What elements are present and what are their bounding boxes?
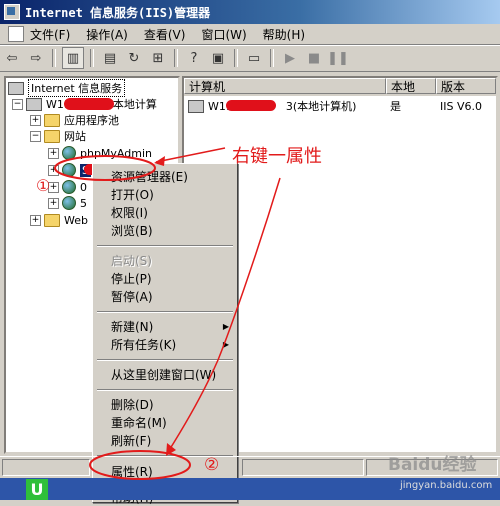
taskbar-app-icon[interactable]: U [26, 479, 48, 500]
console-icon[interactable]: ▣ [208, 48, 228, 68]
toolbar-separator [174, 49, 178, 67]
computer-icon [188, 99, 204, 113]
folder-icon [44, 213, 60, 227]
column-header-version[interactable]: 版本 [436, 78, 496, 94]
stop-icon[interactable]: ■ [304, 48, 324, 68]
menu-item-rename[interactable]: 重命名(M) [95, 413, 235, 431]
menu-bar: 文件(F) 操作(A) 查看(V) 窗口(W) 帮助(H) [0, 24, 500, 45]
system-menu-icon[interactable] [8, 26, 24, 42]
menu-item-delete[interactable]: 删除(D) [95, 395, 235, 413]
list-header: 计算机 本地 版本 [184, 78, 496, 96]
show-tree-icon[interactable]: ▥ [62, 47, 84, 69]
status-pane [242, 459, 364, 476]
context-menu: 资源管理器(E) 打开(O) 权限(I) 浏览(B) 启动(S) 停止(P) 暂… [92, 163, 238, 505]
properties-icon[interactable]: ▤ [100, 48, 120, 68]
menu-item-stop[interactable]: 停止(P) [95, 269, 235, 287]
website-globe-icon [62, 163, 76, 177]
tree-root[interactable]: Internet 信息服务 [8, 79, 126, 97]
submenu-arrow-icon: ▶ [222, 321, 229, 331]
expand-icon[interactable]: + [48, 197, 59, 209]
menu-action[interactable]: 操作(A) [78, 26, 136, 43]
website-globe-icon [62, 180, 76, 194]
website-globe-icon [62, 196, 76, 210]
menu-separator [97, 311, 233, 313]
row-local: 是 [390, 100, 401, 113]
menu-item-refresh[interactable]: 刷新(F) [95, 431, 235, 449]
toolbar-separator [90, 49, 94, 67]
row-computer-mid: 3 [285, 99, 293, 113]
expand-icon[interactable]: + [30, 214, 41, 226]
pause-icon[interactable]: ❚❚ [327, 48, 349, 68]
column-header-computer[interactable]: 计算机 [184, 78, 386, 94]
redaction-mark [226, 100, 276, 111]
help-icon[interactable]: ? [184, 48, 204, 68]
column-header-local[interactable]: 本地 [386, 78, 436, 94]
annotation-right-click-note: 右键一属性 [232, 146, 322, 167]
row-version: IIS V6.0 [440, 99, 482, 113]
folder-icon [44, 129, 60, 143]
expand-icon[interactable]: + [30, 114, 41, 126]
status-pane [2, 459, 90, 476]
menu-separator [97, 359, 233, 361]
menu-file[interactable]: 文件(F) [0, 26, 78, 43]
menu-item-browse[interactable]: 浏览(B) [95, 221, 235, 239]
submenu-arrow-icon: ▶ [222, 339, 229, 349]
export-list-icon[interactable]: ⊞ [148, 48, 168, 68]
collapse-icon[interactable]: − [12, 98, 23, 110]
expand-icon[interactable]: + [48, 147, 59, 159]
menu-item-open[interactable]: 打开(O) [95, 185, 235, 203]
menu-item-explorer[interactable]: 资源管理器(E) [95, 167, 235, 185]
iis-root-icon [8, 81, 24, 95]
tree-site-phpmyadmin[interactable]: + phpMyAdmin [48, 145, 152, 161]
toolbar: ⇦ ⇨ ▥ ▤ ↻ ⊞ ? ▣ ▭ ▶ ■ ❚❚ [0, 45, 500, 72]
toolbar-separator [270, 49, 274, 67]
row-computer-suffix: (本地计算机) [292, 100, 357, 113]
tree-site-3[interactable]: + 0 [48, 179, 87, 195]
watermark-brand: Baidu经验 [388, 455, 477, 475]
menu-item-new-window[interactable]: 从这里创建窗口(W) [95, 365, 235, 383]
toolbar-separator [234, 49, 238, 67]
annotation-step1: ① [36, 176, 51, 195]
iis-app-icon [4, 4, 20, 20]
menu-item-new[interactable]: 新建(N) ▶ [95, 317, 235, 335]
window-title: Internet 信息服务(IIS)管理器 [25, 5, 211, 20]
tree-web-ext[interactable]: + Web [30, 212, 88, 228]
back-arrow-icon[interactable]: ⇦ [2, 48, 22, 68]
menu-window[interactable]: 窗口(W) [193, 26, 254, 43]
menu-view[interactable]: 查看(V) [136, 26, 194, 43]
title-bar[interactable]: Internet 信息服务(IIS)管理器 [0, 0, 500, 24]
play-icon[interactable]: ▶ [280, 48, 300, 68]
computer-icon[interactable]: ▭ [244, 48, 264, 68]
menu-item-all-tasks[interactable]: 所有任务(K) ▶ [95, 335, 235, 353]
menu-separator [97, 245, 233, 247]
watermark-url: jingyan.baidu.com [400, 480, 493, 491]
website-globe-icon [62, 146, 76, 160]
tree-sites[interactable]: − 网站 [30, 128, 86, 144]
folder-icon [44, 113, 60, 127]
menu-item-pause[interactable]: 暂停(A) [95, 287, 235, 305]
redaction-mark [64, 98, 114, 110]
tree-site-4[interactable]: + 5 [48, 195, 87, 211]
menu-separator [97, 389, 233, 391]
tree-app-pools[interactable]: + 应用程序池 [30, 112, 119, 128]
annotation-step2: ② [204, 455, 220, 475]
forward-arrow-icon[interactable]: ⇨ [26, 48, 46, 68]
expand-icon[interactable]: + [48, 164, 59, 176]
toolbar-separator [52, 49, 56, 67]
menu-item-permissions[interactable]: 权限(I) [95, 203, 235, 221]
menu-item-start: 启动(S) [111, 253, 152, 268]
computer-icon [26, 97, 42, 111]
menu-help[interactable]: 帮助(H) [255, 26, 313, 43]
refresh-icon[interactable]: ↻ [124, 48, 144, 68]
collapse-icon[interactable]: − [30, 130, 41, 142]
